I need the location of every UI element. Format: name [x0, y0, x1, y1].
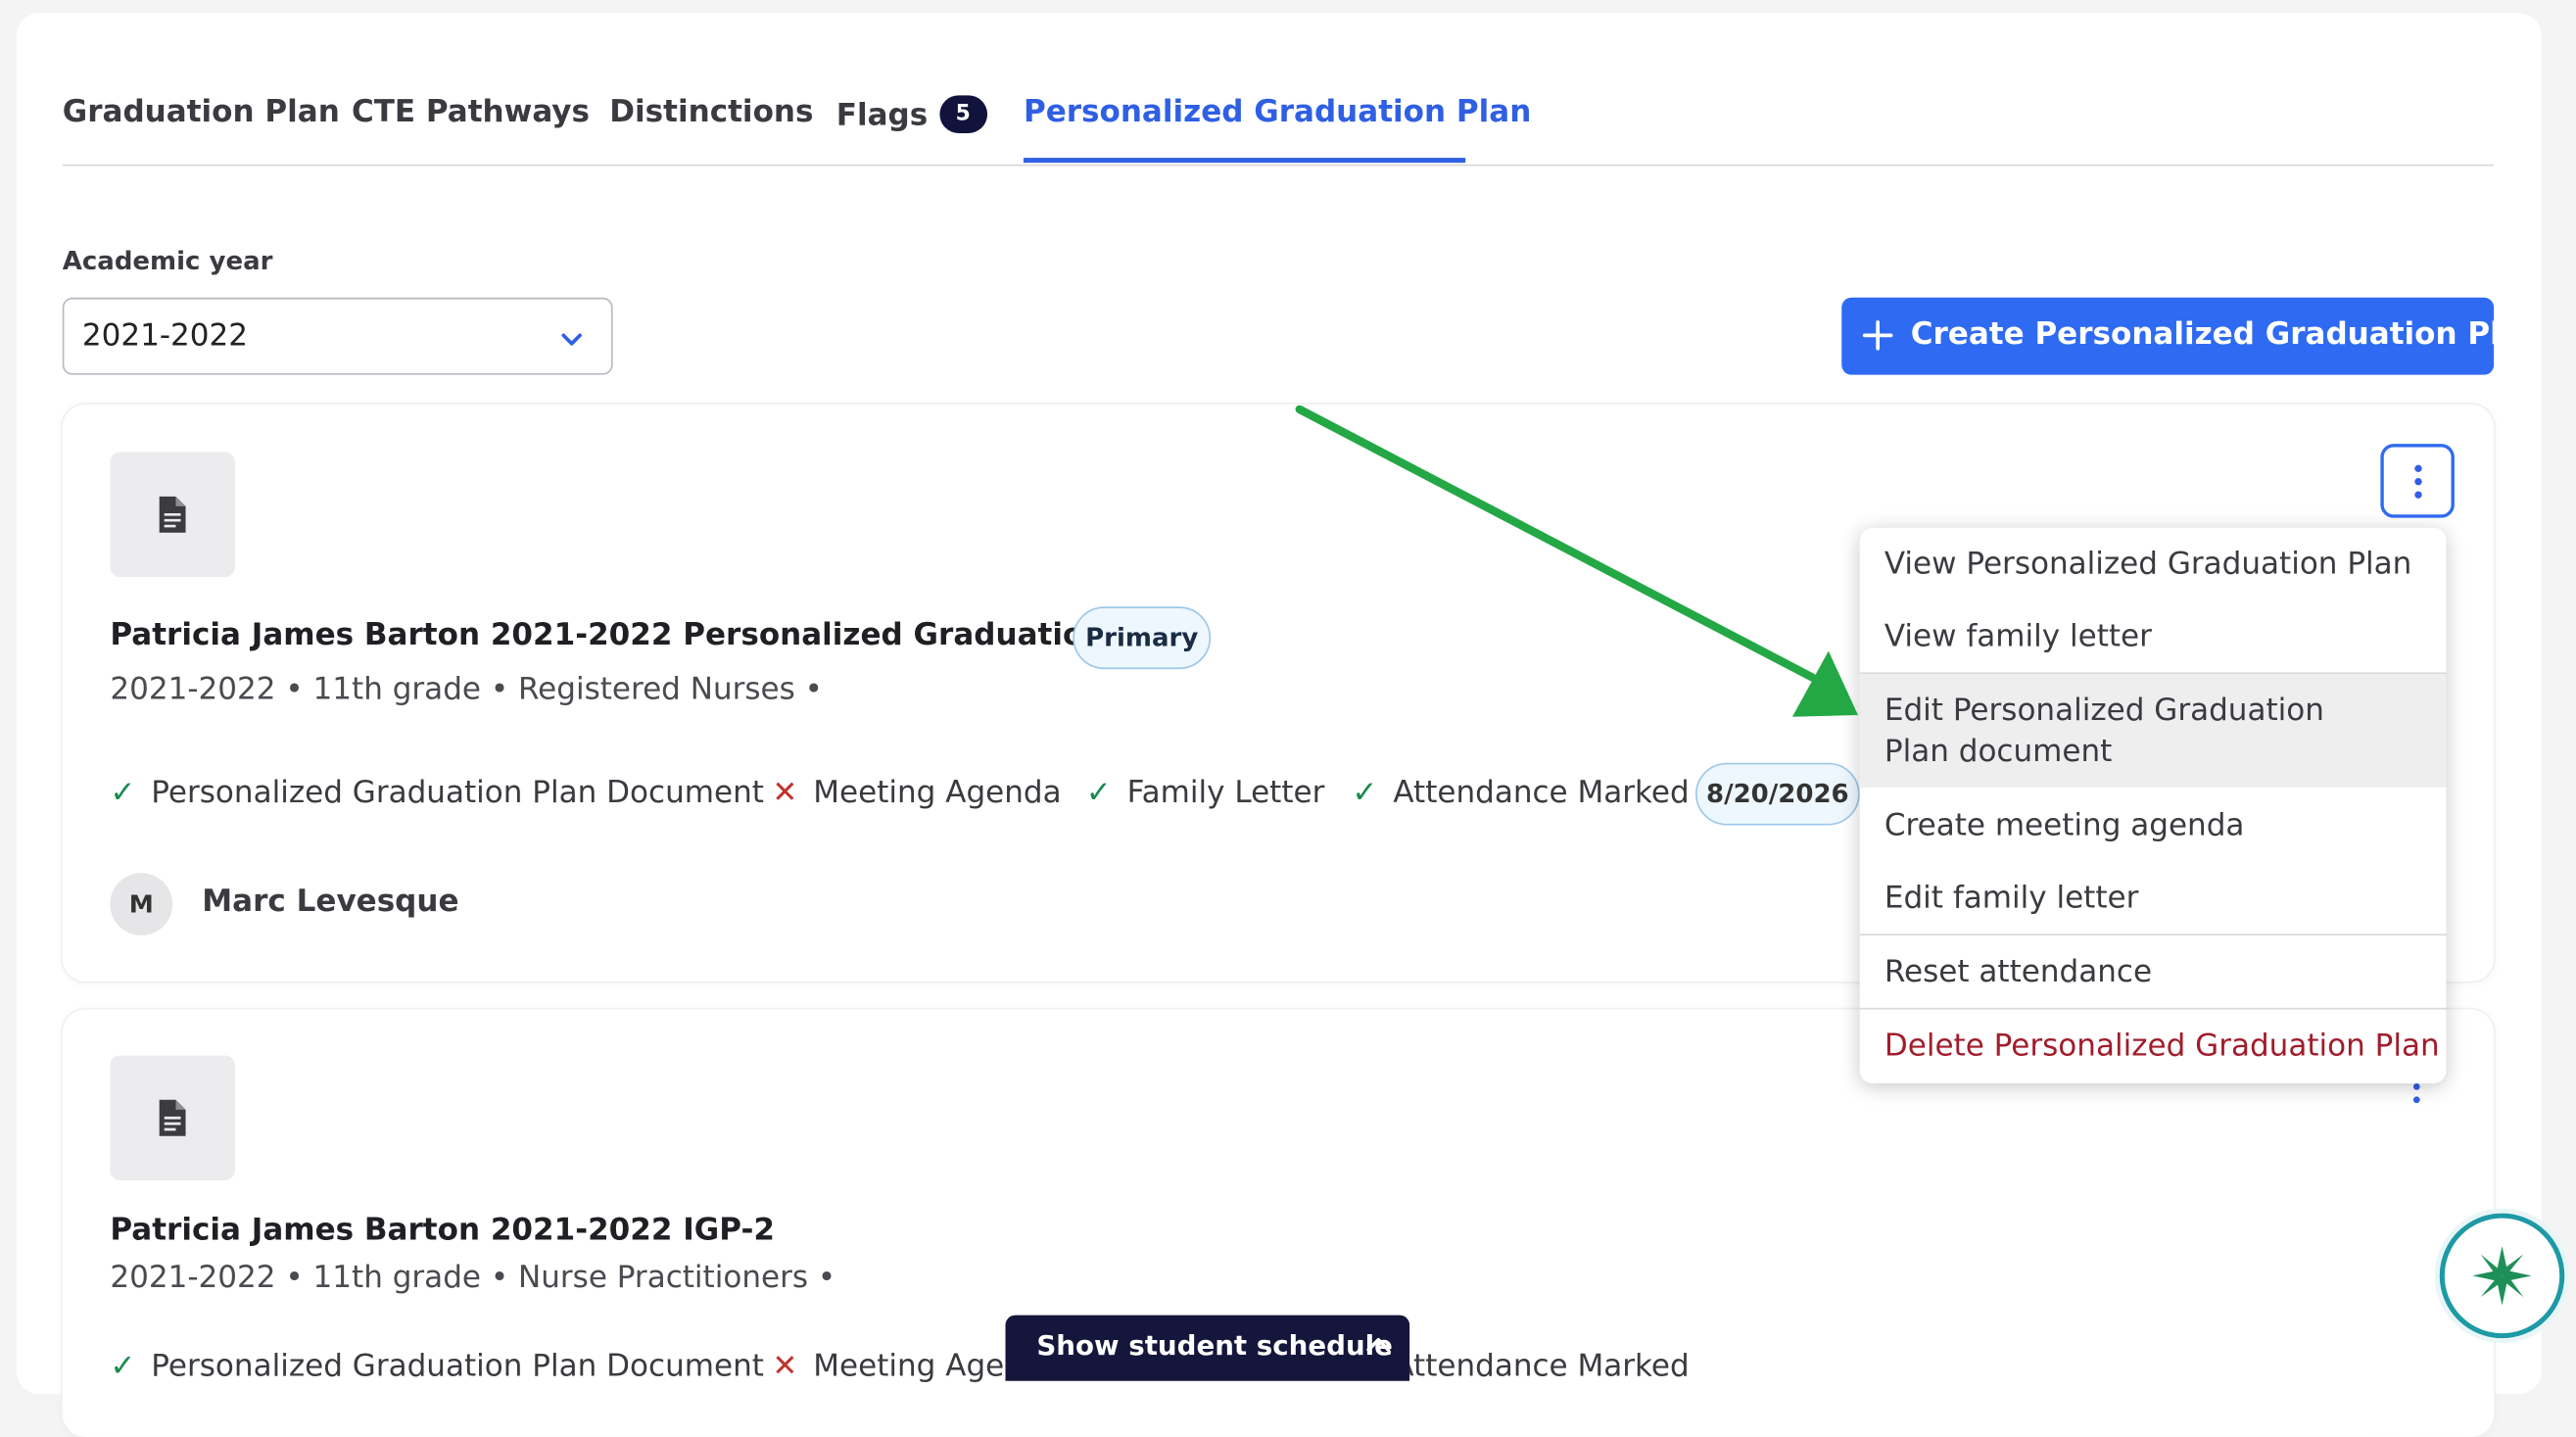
help-star-icon — [2472, 1246, 2532, 1306]
chevron-up-icon — [1366, 1337, 1391, 1352]
annotation-arrow — [1295, 405, 1859, 717]
help-launcher-button[interactable] — [2439, 1213, 2565, 1339]
show-schedule-label: Show student schedule — [1036, 1329, 1393, 1362]
show-schedule-button[interactable]: Show student schedule — [1005, 1315, 1410, 1381]
